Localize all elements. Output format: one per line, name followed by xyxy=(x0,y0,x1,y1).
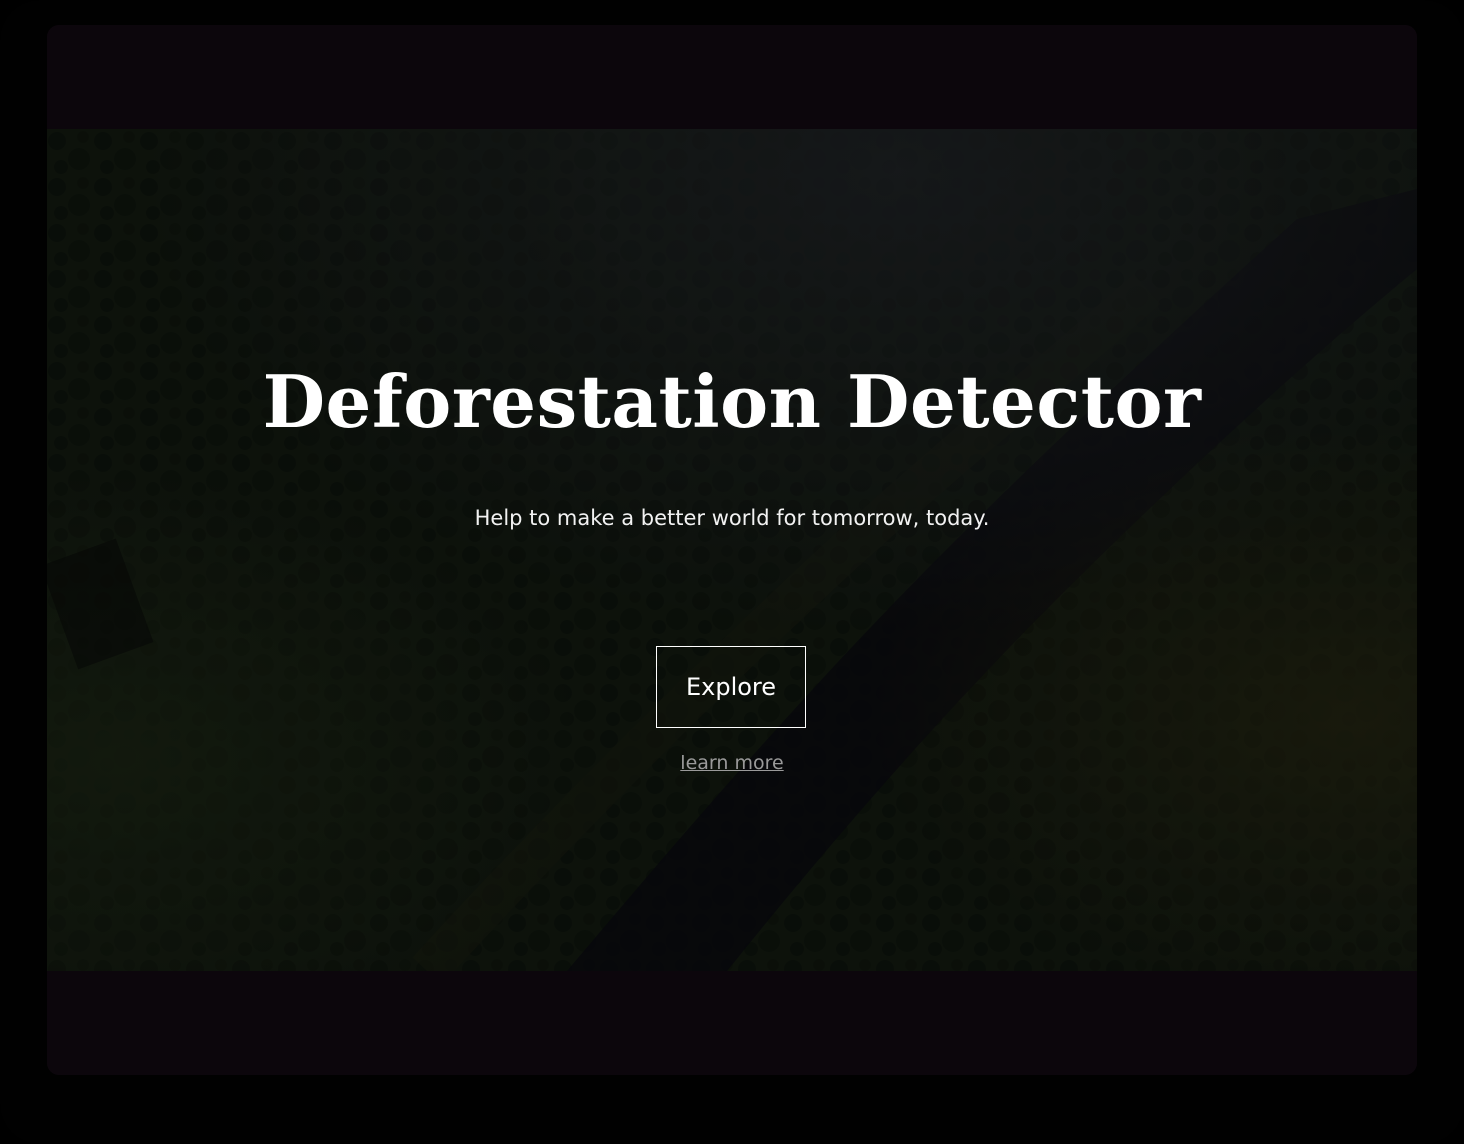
page-frame: Deforestation Detector Help to make a be… xyxy=(0,0,1464,1144)
learn-more-link[interactable]: learn more xyxy=(47,749,1417,777)
hero-title: Deforestation Detector xyxy=(262,359,1202,444)
hero-subtitle: Help to make a better world for tomorrow… xyxy=(474,506,990,530)
app-window: Deforestation Detector Help to make a be… xyxy=(47,25,1417,1075)
top-bar xyxy=(47,25,1417,129)
bottom-bar xyxy=(47,971,1417,1075)
hero-dark-overlay xyxy=(47,129,1417,971)
hero-section: Deforestation Detector Help to make a be… xyxy=(47,129,1417,971)
explore-button[interactable]: Explore xyxy=(656,646,806,728)
